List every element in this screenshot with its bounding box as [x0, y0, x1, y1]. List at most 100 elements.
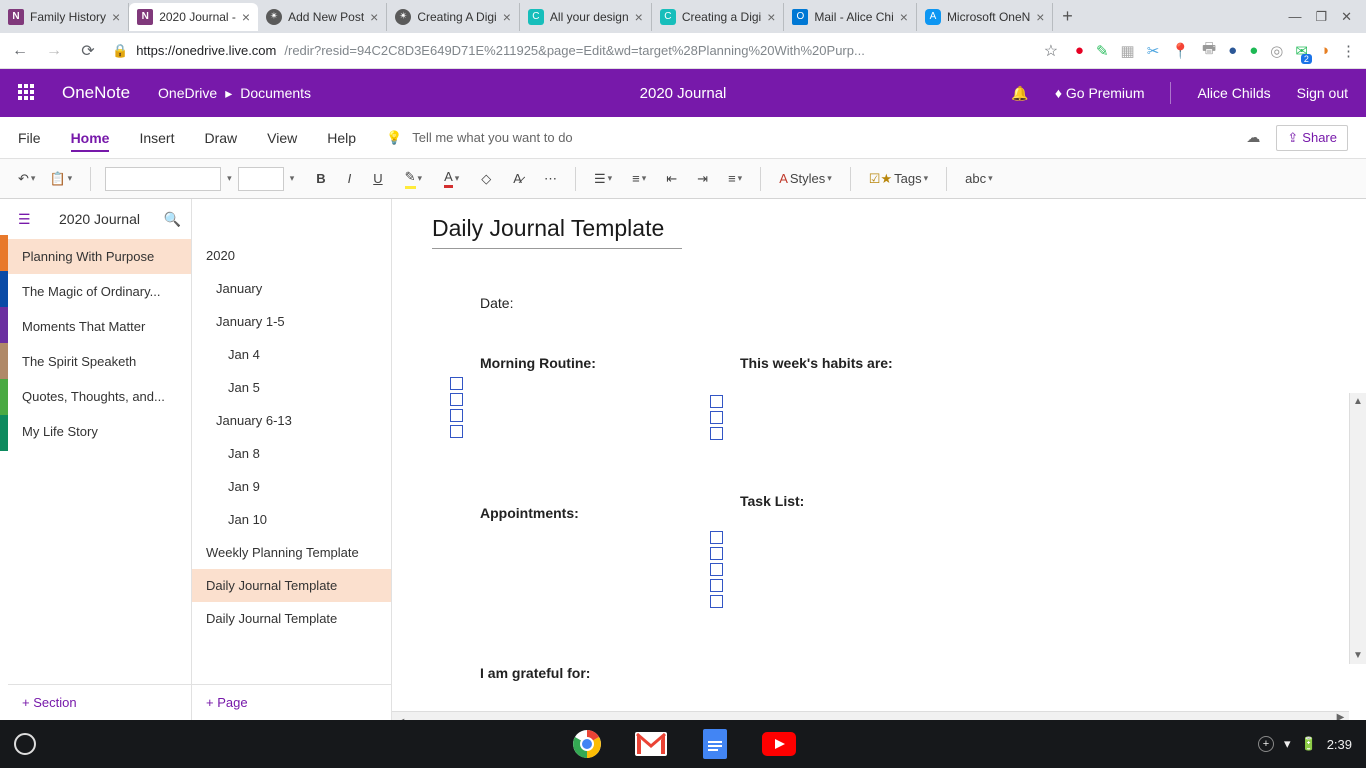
morning-routine-label[interactable]: Morning Routine:	[480, 355, 660, 371]
notebook-name[interactable]: 2020 Journal	[59, 211, 140, 227]
add-page-button[interactable]: + Page	[192, 684, 391, 720]
page-item[interactable]: Jan 4	[192, 338, 391, 371]
ext-icon[interactable]: ✂	[1147, 42, 1160, 60]
page-item[interactable]: Jan 8	[192, 437, 391, 470]
evernote-icon[interactable]: ✎	[1096, 42, 1109, 60]
page-item[interactable]: Jan 5	[192, 371, 391, 404]
color-tab[interactable]	[0, 271, 8, 307]
close-icon[interactable]: ×	[767, 10, 775, 24]
menu-draw[interactable]: Draw	[204, 130, 237, 146]
close-icon[interactable]: ×	[1036, 10, 1044, 24]
font-size-select[interactable]	[238, 167, 284, 191]
wifi-icon[interactable]: ▾	[1284, 736, 1291, 752]
task-list-label[interactable]: Task List:	[740, 493, 920, 509]
checkbox[interactable]	[710, 395, 723, 408]
breadcrumb[interactable]: OneDrive ▸ Documents	[158, 85, 311, 102]
highlight-button[interactable]: ✎▾	[401, 167, 426, 191]
checkbox[interactable]	[710, 547, 723, 560]
youtube-icon[interactable]	[761, 726, 797, 762]
breadcrumb-item[interactable]: Documents	[240, 85, 311, 101]
grateful-label[interactable]: I am grateful for:	[480, 665, 1326, 681]
minimize-button[interactable]: —	[1288, 9, 1301, 25]
italic-button[interactable]: I	[344, 169, 356, 188]
page-item[interactable]: January	[192, 272, 391, 305]
notifications-icon[interactable]: 🔔	[1011, 85, 1028, 102]
ext-icon[interactable]: ●	[1228, 42, 1237, 59]
ext-icon[interactable]: ◑	[1320, 42, 1329, 59]
section-item[interactable]: Moments That Matter	[8, 309, 191, 344]
page-canvas[interactable]: Daily Journal Template Date: Morning Rou…	[392, 199, 1366, 720]
section-item[interactable]: The Spirit Speaketh	[8, 344, 191, 379]
page-item[interactable]: Jan 10	[192, 503, 391, 536]
user-name[interactable]: Alice Childs	[1197, 85, 1270, 101]
checkbox[interactable]	[710, 411, 723, 424]
checkbox[interactable]	[710, 427, 723, 440]
launcher-icon[interactable]	[14, 733, 36, 755]
browser-tab[interactable]: AMicrosoft OneN×	[917, 3, 1054, 31]
checkbox[interactable]	[450, 377, 463, 390]
underline-button[interactable]: U	[369, 169, 386, 188]
scroll-down-icon[interactable]: ▼	[1350, 647, 1366, 664]
checkbox[interactable]	[710, 531, 723, 544]
pinterest-icon[interactable]: ●	[1075, 42, 1084, 59]
go-premium-link[interactable]: ♦ Go Premium	[1055, 85, 1145, 101]
search-icon[interactable]: 🔍	[164, 211, 181, 228]
docs-icon[interactable]	[697, 726, 733, 762]
scroll-up-icon[interactable]: ▲	[1350, 393, 1366, 410]
page-item[interactable]: Daily Journal Template	[192, 602, 391, 635]
paste-button[interactable]: 📋▾	[45, 169, 76, 189]
page-item[interactable]: Weekly Planning Template	[192, 536, 391, 569]
browser-tab[interactable]: ✴Add New Post×	[258, 3, 387, 31]
styles-button[interactable]: AStyles▾	[775, 169, 836, 188]
ext-icon[interactable]: 📍	[1171, 42, 1190, 60]
browser-tab[interactable]: ✴Creating A Digi×	[387, 3, 520, 31]
restore-button[interactable]: ❐	[1315, 9, 1327, 25]
close-icon[interactable]: ×	[635, 10, 643, 24]
vertical-scrollbar[interactable]: ▲▼	[1349, 393, 1366, 664]
url-field[interactable]: 🔒 https://onedrive.live.com/redir?resid=…	[112, 43, 1027, 59]
hamburger-icon[interactable]: ☰	[18, 211, 31, 228]
font-color-button[interactable]: A▾	[440, 167, 463, 190]
menu-home[interactable]: Home	[71, 130, 110, 152]
forward-button[interactable]: →	[44, 42, 64, 60]
undo-button[interactable]: ↶▾	[14, 169, 39, 189]
menu-icon[interactable]: ⋮	[1341, 42, 1356, 60]
ext-icon[interactable]: ✉	[1295, 42, 1308, 60]
font-family-select[interactable]	[105, 167, 221, 191]
page-item[interactable]: Daily Journal Template	[192, 569, 391, 602]
chevron-down-icon[interactable]: ▾	[227, 173, 232, 184]
checkbox[interactable]	[710, 579, 723, 592]
checkbox[interactable]	[450, 425, 463, 438]
color-tab[interactable]	[0, 307, 8, 343]
bold-button[interactable]: B	[312, 169, 329, 188]
new-tab-button[interactable]: +	[1053, 6, 1081, 27]
color-tab[interactable]	[0, 379, 8, 415]
menu-view[interactable]: View	[267, 130, 297, 146]
note-body[interactable]: Date: Morning Routine: This week's habit…	[480, 295, 1326, 681]
menu-help[interactable]: Help	[327, 130, 356, 146]
tags-button[interactable]: ☑★Tags▾	[865, 169, 932, 189]
clock[interactable]: 2:39	[1327, 737, 1352, 752]
align-button[interactable]: ≡▾	[724, 169, 746, 188]
battery-icon[interactable]: 🔋	[1301, 736, 1317, 752]
browser-tab[interactable]: CCreating a Digi×	[652, 3, 785, 31]
page-title[interactable]: Daily Journal Template	[432, 215, 682, 249]
checkbox[interactable]	[450, 409, 463, 422]
close-window-button[interactable]: ✕	[1341, 9, 1352, 25]
chevron-down-icon[interactable]: ▾	[290, 173, 295, 184]
section-item[interactable]: Planning With Purpose	[8, 239, 191, 274]
format-painter-button[interactable]: A̷	[509, 169, 526, 188]
sync-icon[interactable]: ☁	[1246, 129, 1260, 146]
color-tab[interactable]	[0, 415, 8, 451]
habits-label[interactable]: This week's habits are:	[740, 355, 920, 371]
gmail-icon[interactable]	[633, 726, 669, 762]
page-item[interactable]: 2020	[192, 239, 391, 272]
sign-out-link[interactable]: Sign out	[1297, 85, 1348, 101]
appointments-label[interactable]: Appointments:	[480, 505, 660, 521]
back-button[interactable]: ←	[10, 42, 30, 60]
ext-icon[interactable]: ◎	[1270, 42, 1283, 60]
tell-me-search[interactable]: 💡Tell me what you want to do	[386, 130, 573, 146]
spellcheck-button[interactable]: abc▾	[961, 169, 997, 188]
menu-file[interactable]: File	[18, 130, 41, 146]
checkbox[interactable]	[450, 393, 463, 406]
